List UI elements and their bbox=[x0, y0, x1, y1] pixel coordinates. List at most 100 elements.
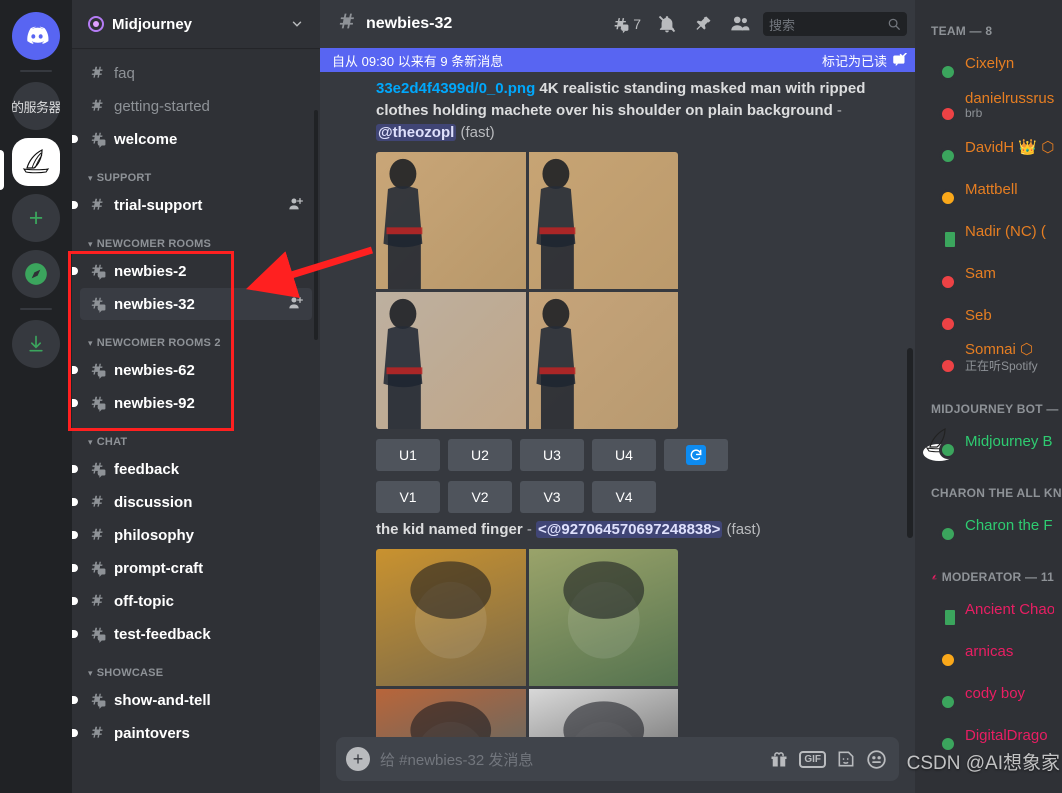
sticker-icon[interactable] bbox=[836, 749, 856, 769]
button-v4[interactable]: V4 bbox=[592, 481, 656, 513]
avatar[interactable] bbox=[923, 131, 955, 163]
avatar[interactable] bbox=[923, 299, 955, 331]
generated-image-1[interactable] bbox=[376, 152, 526, 289]
message-scrollbar[interactable] bbox=[907, 348, 913, 538]
message-composer[interactable]: + 给 #newbies-32 发消息 GIF bbox=[336, 737, 899, 781]
invite-icon-wrap[interactable] bbox=[288, 295, 304, 314]
gif-icon[interactable]: GIF bbox=[799, 751, 826, 768]
sidebar-channel-discussion[interactable]: discussion bbox=[80, 486, 312, 518]
sidebar-channel-prompt-craft[interactable]: prompt-craft bbox=[80, 552, 312, 584]
message-list[interactable]: 33e2d4f4399d/0_0.png 4K realistic standi… bbox=[320, 48, 915, 737]
attach-file-button[interactable]: + bbox=[346, 747, 370, 771]
button-v1[interactable]: V1 bbox=[376, 481, 440, 513]
gift-icon[interactable] bbox=[769, 749, 789, 769]
generated-image-4[interactable] bbox=[529, 292, 679, 429]
notification-muted-icon[interactable] bbox=[653, 14, 681, 34]
guild-header[interactable]: Midjourney bbox=[72, 0, 320, 48]
channel-category-chat[interactable]: ▾CHAT bbox=[72, 420, 320, 452]
button-u4[interactable]: U4 bbox=[592, 439, 656, 471]
sidebar-channel-newbies-92[interactable]: newbies-92 bbox=[80, 387, 312, 419]
member-row[interactable]: Mattbell bbox=[923, 168, 1062, 210]
generated-image-3[interactable] bbox=[376, 292, 526, 429]
member-row[interactable]: Cixelyn bbox=[923, 42, 1062, 84]
member-row[interactable]: Seb bbox=[923, 294, 1062, 336]
channel-category-support[interactable]: ▾SUPPORT bbox=[72, 156, 320, 188]
sidebar-channel-welcome[interactable]: welcome bbox=[80, 123, 312, 155]
member-list[interactable]: TEAM — 8CixelyndanielrussrusbrbDavidH 👑 … bbox=[915, 0, 1062, 793]
sidebar-channel-philosophy[interactable]: philosophy bbox=[80, 519, 312, 551]
message-mention[interactable]: @theozopl bbox=[376, 124, 456, 141]
sidebar-channel-newbies-62[interactable]: newbies-62 bbox=[80, 354, 312, 386]
emoji-icon[interactable] bbox=[866, 749, 887, 770]
avatar[interactable] bbox=[923, 47, 955, 79]
avatar[interactable] bbox=[923, 719, 955, 751]
sidebar-channel-feedback[interactable]: feedback bbox=[80, 453, 312, 485]
member-row[interactable]: Nadir (NC) ( bbox=[923, 210, 1062, 252]
channel-list[interactable]: faqgetting-startedwelcome▾SUPPORTtrial-s… bbox=[72, 48, 320, 793]
server-icon-download[interactable] bbox=[12, 320, 60, 368]
avatar[interactable] bbox=[923, 173, 955, 205]
server-icon-midjourney[interactable] bbox=[12, 138, 60, 186]
member-row[interactable]: Ancient Chao bbox=[923, 588, 1062, 630]
member-row[interactable]: Sam bbox=[923, 252, 1062, 294]
member-row[interactable]: arnicas bbox=[923, 630, 1062, 672]
avatar[interactable] bbox=[923, 425, 955, 457]
generated-image-3[interactable] bbox=[376, 689, 526, 737]
member-row[interactable]: DigitalDrago bbox=[923, 714, 1062, 756]
channel-category-newcomer-rooms[interactable]: ▾NEWCOMER ROOMS bbox=[72, 222, 320, 254]
button-u3[interactable]: U3 bbox=[520, 439, 584, 471]
member-row[interactable]: Midjourney B bbox=[923, 420, 1062, 462]
threads-icon[interactable]: 7 bbox=[607, 15, 645, 34]
generated-image-2[interactable] bbox=[529, 549, 679, 686]
button-u2[interactable]: U2 bbox=[448, 439, 512, 471]
sidebar-channel-faq[interactable]: faq bbox=[80, 57, 312, 89]
sidebar-channel-getting-started[interactable]: getting-started bbox=[80, 90, 312, 122]
invite-member-icon[interactable] bbox=[288, 196, 304, 212]
sidebar-channel-paintovers[interactable]: paintovers bbox=[80, 717, 312, 749]
member-row[interactable]: cody boy bbox=[923, 672, 1062, 714]
sidebar-channel-trial-support[interactable]: trial-support bbox=[80, 189, 312, 221]
invite-icon-wrap[interactable] bbox=[288, 196, 304, 215]
member-row[interactable]: DavidH 👑 ⬡ bbox=[923, 126, 1062, 168]
member-row[interactable]: Charon the F bbox=[923, 504, 1062, 546]
mark-as-read-button[interactable]: 标记为已读 bbox=[822, 51, 907, 70]
message-mention[interactable]: <@927064570697248838> bbox=[536, 521, 722, 538]
channel-category-showcase[interactable]: ▾SHOWCASE bbox=[72, 651, 320, 683]
search-input[interactable]: 搜索 bbox=[763, 12, 907, 36]
server-icon-explore[interactable] bbox=[12, 250, 60, 298]
button-v3[interactable]: V3 bbox=[520, 481, 584, 513]
sidebar-channel-newbies-2[interactable]: newbies-2 bbox=[80, 255, 312, 287]
member-row[interactable]: danielrussrusbrb bbox=[923, 84, 1062, 126]
avatar[interactable] bbox=[923, 635, 955, 667]
sidebar-channel-show-and-tell[interactable]: show-and-tell bbox=[80, 684, 312, 716]
server-icon-add-server[interactable]: + bbox=[12, 194, 60, 242]
avatar[interactable] bbox=[923, 593, 955, 625]
message-link[interactable]: 33e2d4f4399d/0_0.png bbox=[376, 80, 535, 97]
reroll-button[interactable] bbox=[664, 439, 728, 471]
invite-member-icon[interactable] bbox=[288, 295, 304, 311]
generated-image-1[interactable] bbox=[376, 549, 526, 686]
avatar[interactable] bbox=[923, 341, 955, 373]
server-icon-discord-home[interactable] bbox=[12, 12, 60, 60]
members-icon[interactable] bbox=[725, 13, 755, 35]
pin-icon[interactable] bbox=[689, 14, 717, 34]
avatar[interactable] bbox=[923, 677, 955, 709]
avatar[interactable] bbox=[923, 215, 955, 247]
message-image-grid[interactable] bbox=[376, 549, 678, 737]
sidebar-scrollbar[interactable] bbox=[314, 110, 318, 340]
button-u1[interactable]: U1 bbox=[376, 439, 440, 471]
member-row[interactable]: Somnai ⬡正在听Spotify bbox=[923, 336, 1062, 378]
generated-image-2[interactable] bbox=[529, 152, 679, 289]
chevron-down-icon[interactable] bbox=[290, 17, 304, 31]
avatar[interactable] bbox=[923, 509, 955, 541]
avatar[interactable] bbox=[923, 89, 955, 121]
avatar[interactable] bbox=[923, 257, 955, 289]
channel-category-newcomer-rooms-2[interactable]: ▾NEWCOMER ROOMS 2 bbox=[72, 321, 320, 353]
sidebar-channel-newbies-32[interactable]: newbies-32 bbox=[80, 288, 312, 320]
message-image-grid[interactable] bbox=[376, 152, 678, 429]
generated-image-4[interactable] bbox=[529, 689, 679, 737]
sidebar-channel-off-topic[interactable]: off-topic bbox=[80, 585, 312, 617]
sidebar-channel-test-feedback[interactable]: test-feedback bbox=[80, 618, 312, 650]
server-icon-my-server[interactable]: 的服务器 bbox=[12, 82, 60, 130]
button-v2[interactable]: V2 bbox=[448, 481, 512, 513]
